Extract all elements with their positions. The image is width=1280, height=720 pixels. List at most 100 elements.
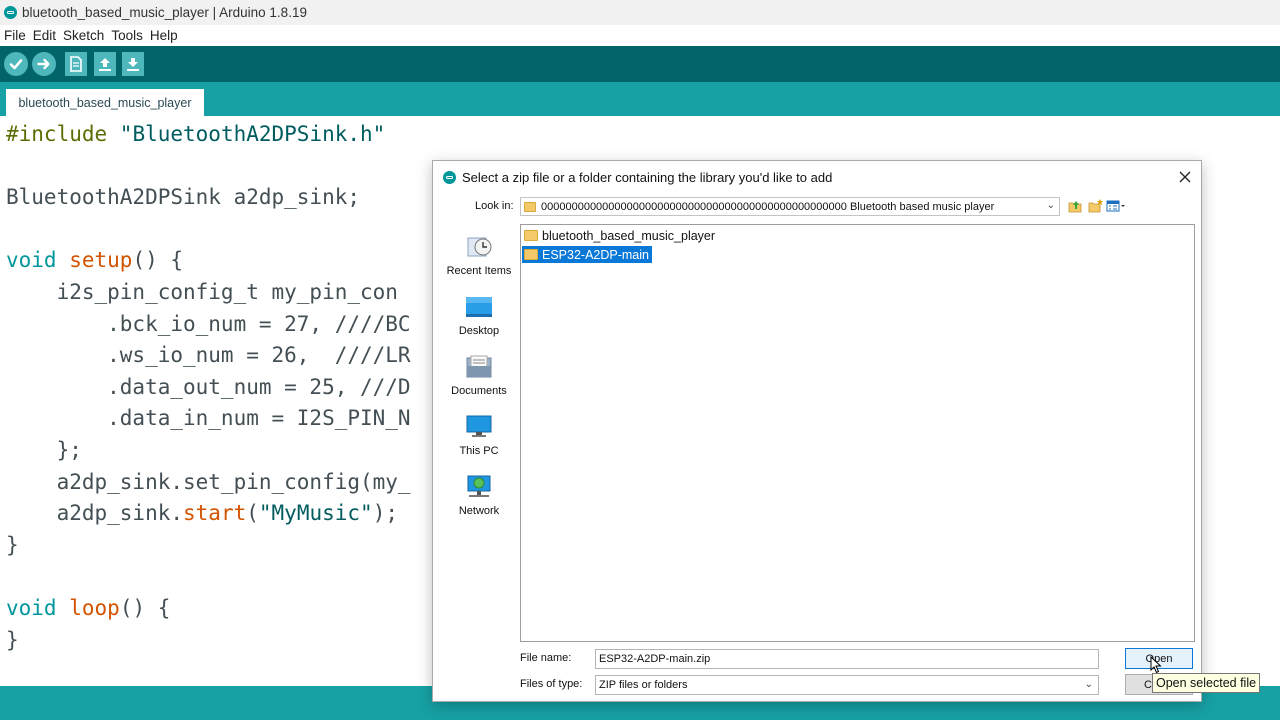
code-token: () { — [132, 248, 184, 273]
arduino-logo-icon — [443, 170, 456, 184]
dialog-title-bar: Select a zip file or a folder containing… — [433, 161, 1201, 193]
arduino-ide-window: bluetooth_based_music_player | Arduino 1… — [0, 0, 1280, 720]
code-token: start — [183, 501, 247, 526]
up-folder-icon — [1068, 201, 1081, 213]
window-title: bluetooth_based_music_player | Arduino 1… — [22, 5, 307, 20]
list-view-icon — [1106, 200, 1125, 212]
open-icon — [99, 58, 111, 71]
menu-sketch[interactable]: Sketch — [61, 28, 109, 43]
code-token: .data_in_num = I2S_PIN_N — [6, 406, 411, 431]
open-sketch-button[interactable] — [94, 52, 116, 76]
code-token: loop — [69, 596, 120, 620]
code-line: .bck_io_num = 27, ////BC — [6, 310, 411, 338]
list-item-selected[interactable]: ESP32-A2DP-main — [522, 246, 652, 263]
code-token: setup — [69, 248, 133, 273]
new-folder-icon — [1088, 199, 1103, 213]
code-token: } — [6, 532, 19, 557]
file-list[interactable]: bluetooth_based_music_player ESP32-A2DP-… — [520, 224, 1195, 642]
place-label: Desktop — [458, 325, 500, 337]
recent-items-icon — [467, 237, 492, 257]
menu-tools[interactable]: Tools — [109, 28, 148, 43]
tab-sketch[interactable]: bluetooth_based_music_player — [6, 89, 204, 116]
code-line: .ws_io_num = 26, ////LR — [6, 341, 411, 369]
list-item[interactable]: bluetooth_based_music_player — [522, 227, 718, 244]
place-documents[interactable]: Documents — [440, 349, 518, 405]
folder-icon — [524, 230, 538, 241]
code-line: }; — [6, 436, 82, 464]
upload-icon — [37, 58, 50, 70]
file-type-dropdown[interactable]: ZIP files or folders ⌄ — [595, 675, 1099, 695]
mouse-pointer-icon — [1150, 656, 1162, 674]
places-bar: Recent Items Desktop Documents This PC N… — [440, 225, 518, 525]
file-name: bluetooth_based_music_player — [542, 228, 716, 243]
code-token: void — [6, 596, 57, 620]
file-name-label: File name: — [520, 652, 572, 664]
dialog-close-button[interactable] — [1175, 167, 1195, 187]
file-type-value: ZIP files or folders — [599, 679, 688, 691]
menu-bar: File Edit Sketch Tools Help — [0, 25, 1280, 46]
code-line: BluetoothA2DPSink a2dp_sink; — [6, 183, 360, 211]
verify-icon — [9, 59, 23, 70]
save-icon — [127, 58, 139, 71]
documents-icon — [466, 355, 492, 378]
code-token: i2s_pin_config_t my_pin_con — [6, 280, 398, 304]
arduino-logo-icon — [4, 6, 17, 19]
code-token: ); — [372, 501, 398, 526]
code-token: () { — [119, 596, 171, 620]
look-in-label: Look in: — [475, 200, 514, 212]
verify-button[interactable] — [4, 52, 28, 76]
code-token: .ws_io_num = 26, ////LR — [6, 343, 411, 368]
new-sketch-button[interactable] — [65, 52, 87, 76]
place-this-pc[interactable]: This PC — [440, 409, 518, 465]
code-line: } — [6, 626, 19, 654]
code-line: .data_out_num = 25, ///D — [6, 373, 411, 401]
place-label: Recent Items — [446, 265, 512, 277]
code-token: "MyMusic" — [258, 501, 373, 526]
view-menu-button[interactable] — [1106, 198, 1126, 214]
code-token: } — [6, 627, 19, 652]
code-line: void setup() { — [6, 246, 183, 274]
create-new-folder-button[interactable] — [1087, 198, 1103, 214]
place-network[interactable]: Network — [440, 469, 518, 525]
code-line: i2s_pin_config_t my_pin_con — [6, 278, 398, 306]
title-bar: bluetooth_based_music_player | Arduino 1… — [0, 0, 1280, 25]
menu-help[interactable]: Help — [148, 28, 183, 43]
folder-icon — [524, 201, 536, 212]
tooltip: Open selected file — [1152, 673, 1261, 693]
new-icon — [70, 56, 82, 72]
code-token: .data_out_num = 25, ///D — [6, 374, 411, 399]
code-token: "BluetoothA2DPSink.h" — [119, 122, 386, 146]
code-token: .bck_io_num = 27, ////BC — [6, 311, 411, 336]
desktop-icon — [466, 297, 492, 317]
upload-button[interactable] — [32, 52, 56, 76]
close-icon — [1179, 171, 1191, 183]
save-sketch-button[interactable] — [122, 52, 144, 76]
chevron-down-icon: ⌄ — [1046, 200, 1055, 211]
place-recent-items[interactable]: Recent Items — [440, 229, 518, 285]
code-token: BluetoothA2DPSink a2dp_sink; — [6, 185, 361, 210]
menu-file[interactable]: File — [2, 28, 31, 43]
computer-icon — [466, 415, 492, 437]
dialog-title: Select a zip file or a folder containing… — [462, 169, 833, 185]
code-line: a2dp_sink.start("MyMusic"); — [6, 499, 398, 527]
file-type-label: Files of type: — [520, 678, 583, 690]
network-icon — [467, 475, 491, 497]
up-one-level-button[interactable] — [1067, 198, 1083, 214]
code-line: a2dp_sink.set_pin_config(my_ — [6, 468, 411, 496]
folder-icon — [524, 249, 538, 260]
tab-bar: bluetooth_based_music_player — [0, 82, 1280, 116]
menu-edit[interactable]: Edit — [31, 28, 61, 43]
code-line: void loop() { — [6, 594, 170, 622]
toolbar — [0, 46, 1280, 82]
file-name-input[interactable]: ESP32-A2DP-main.zip — [595, 649, 1099, 669]
code-token: }; — [6, 438, 82, 462]
look-in-value: 0000000000000000000000000000000000000000… — [541, 200, 995, 213]
place-label: Network — [458, 505, 500, 517]
place-desktop[interactable]: Desktop — [440, 289, 518, 345]
look-in-dropdown[interactable]: 0000000000000000000000000000000000000000… — [520, 197, 1060, 216]
place-label: This PC — [459, 445, 499, 457]
code-token: a2dp_sink. — [6, 501, 184, 526]
code-token: #include — [6, 122, 120, 146]
